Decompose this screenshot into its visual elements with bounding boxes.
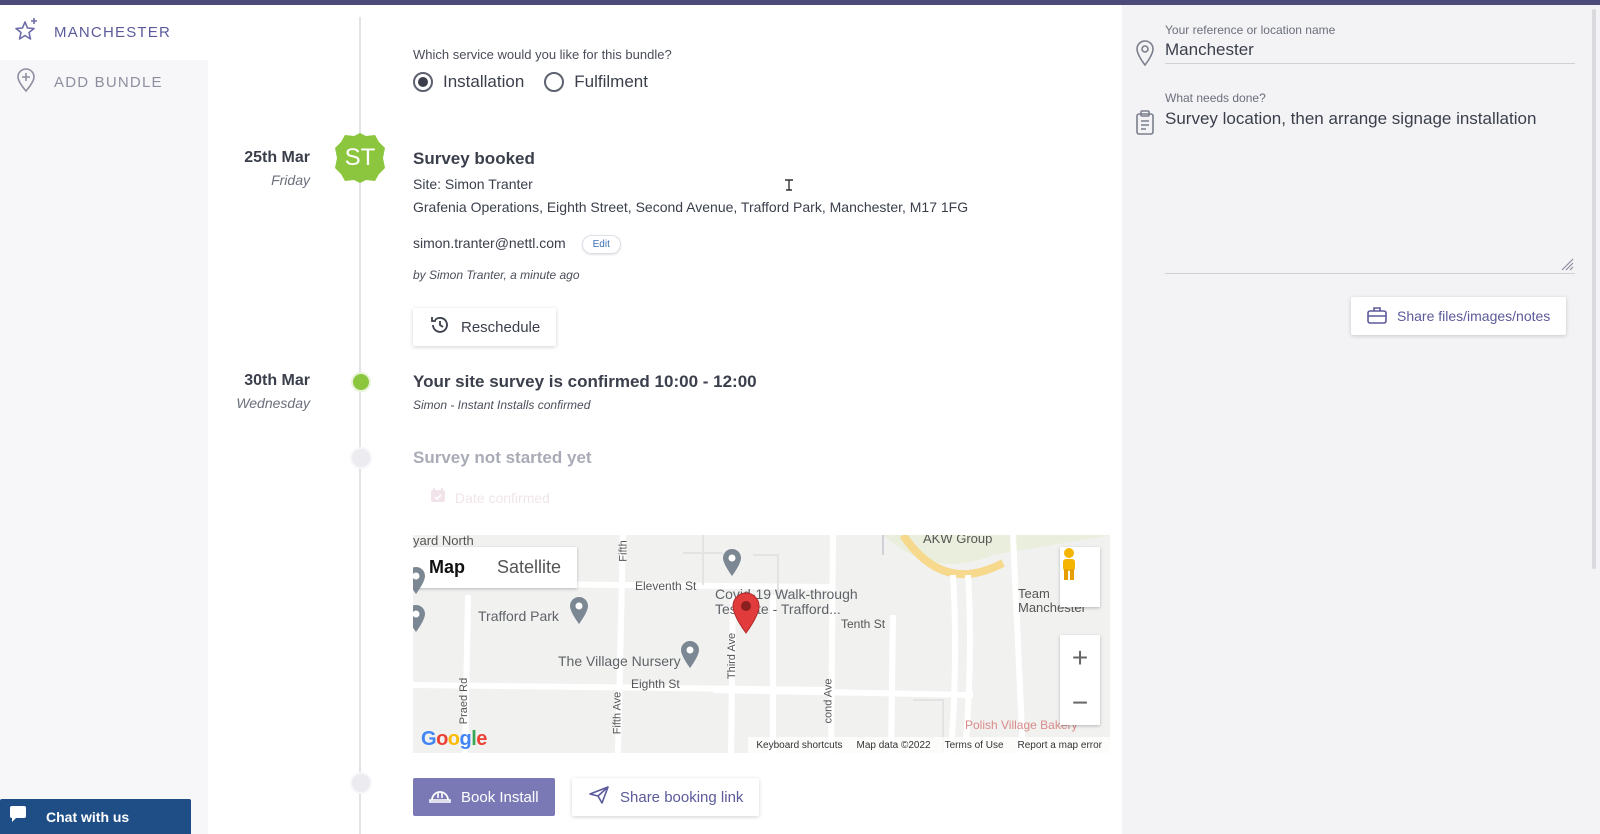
radio-fulfilment[interactable]: Fulfilment bbox=[544, 72, 648, 92]
map-label: AKW Group bbox=[923, 535, 993, 546]
map-label: Eleventh St bbox=[635, 579, 697, 593]
left-nav-background bbox=[0, 60, 208, 834]
map-pin-plus-icon bbox=[12, 66, 40, 99]
event-email-row: simon.tranter@nettl.com Edit bbox=[413, 235, 968, 254]
location-pin-icon bbox=[1134, 39, 1156, 72]
app: MANCHESTER ADD BUNDLE Chat with us Which… bbox=[0, 5, 1600, 834]
map-label: Fifth bbox=[617, 540, 630, 562]
event-survey-booked: Survey booked Site: Simon Tranter Grafen… bbox=[413, 149, 968, 282]
date-confirmed-label: Date confirmed bbox=[455, 489, 550, 506]
event-byline: Simon - Instant Installs confirmed bbox=[413, 398, 591, 412]
text-cursor-icon bbox=[784, 178, 794, 196]
needs-underline bbox=[1165, 273, 1575, 274]
clipboard-icon bbox=[1134, 109, 1156, 142]
google-logo: Google bbox=[421, 728, 487, 750]
event-title: Survey not started yet bbox=[413, 448, 592, 467]
event-date-survey-booked: 25th Mar Friday bbox=[218, 149, 310, 188]
date-label: 30th Mar bbox=[244, 372, 310, 389]
map-label: Tenth St bbox=[841, 617, 886, 631]
chat-label: Chat with us bbox=[46, 808, 130, 825]
street-view-pegman[interactable] bbox=[1060, 547, 1100, 607]
reference-underline bbox=[1165, 63, 1575, 64]
calendar-check-icon bbox=[429, 486, 447, 509]
radio-label: Fulfilment bbox=[574, 72, 648, 91]
briefcase-icon bbox=[1367, 306, 1387, 327]
timeline-dot-pending bbox=[350, 447, 372, 469]
map-data-label: Map data ©2022 bbox=[856, 739, 931, 751]
map-type-toggle: Map Satellite bbox=[413, 547, 578, 588]
reference-input[interactable]: Manchester bbox=[1165, 40, 1254, 60]
left-nav: MANCHESTER ADD BUNDLE bbox=[0, 5, 208, 834]
map-view[interactable]: Map Satellite yard North AKW Group Traff… bbox=[413, 535, 1110, 753]
map-label: Third Ave bbox=[726, 632, 739, 680]
day-label: Friday bbox=[271, 172, 310, 188]
event-confirmed: Your site survey is confirmed 10:00 - 12… bbox=[413, 372, 757, 412]
terms-link[interactable]: Terms of Use bbox=[945, 740, 1004, 751]
resize-handle-icon[interactable] bbox=[1560, 257, 1574, 276]
nav-item-manchester[interactable]: MANCHESTER bbox=[12, 17, 171, 47]
radio-checked-icon bbox=[413, 72, 433, 92]
keyboard-shortcuts-link[interactable]: Keyboard shortcuts bbox=[756, 740, 842, 751]
event-address: Grafenia Operations, Eighth Street, Seco… bbox=[413, 199, 969, 215]
radio-unchecked-icon bbox=[544, 72, 565, 92]
paper-plane-icon bbox=[588, 785, 610, 809]
radio-label: Installation bbox=[443, 72, 525, 91]
map-label: Fifth Ave bbox=[611, 691, 624, 735]
event-byline: by Simon Tranter, a minute ago bbox=[413, 268, 580, 282]
history-icon bbox=[429, 314, 451, 340]
timeline-dot-complete bbox=[351, 372, 371, 392]
map-label: yard North bbox=[413, 535, 474, 548]
book-install-label: Book Install bbox=[461, 788, 539, 806]
radio-installation[interactable]: Installation bbox=[413, 72, 524, 92]
nav-item-label: MANCHESTER bbox=[54, 23, 172, 41]
needs-textarea[interactable]: Survey location, then arrange signage in… bbox=[1165, 109, 1565, 129]
reference-label: Your reference or location name bbox=[1165, 23, 1336, 37]
edit-email-button[interactable]: Edit bbox=[581, 235, 621, 254]
share-files-button[interactable]: Share files/images/notes bbox=[1351, 297, 1567, 335]
zoom-out-button[interactable]: − bbox=[1060, 680, 1100, 725]
event-date-confirmed: 30th Mar Wednesday bbox=[218, 372, 310, 411]
map-label: Trafford Park bbox=[478, 608, 559, 624]
scrollbar-thumb[interactable] bbox=[1592, 9, 1596, 569]
sparkle-star-icon bbox=[12, 16, 40, 49]
day-label: Wednesday bbox=[236, 395, 310, 411]
share-link-label: Share booking link bbox=[620, 788, 744, 806]
event-not-started: Survey not started yet Date confirmed bbox=[413, 448, 592, 509]
event-title: Your site survey is confirmed 10:00 - 12… bbox=[413, 372, 757, 391]
date-confirmed-row: Date confirmed bbox=[413, 486, 592, 509]
chat-with-us-button[interactable]: Chat with us bbox=[0, 799, 191, 834]
share-files-label: Share files/images/notes bbox=[1397, 308, 1551, 324]
details-panel: Your reference or location name Manchest… bbox=[1122, 5, 1600, 834]
reschedule-label: Reschedule bbox=[461, 318, 541, 336]
event-title: Survey booked bbox=[413, 149, 535, 168]
event-site: Site: Simon Tranter bbox=[413, 176, 533, 192]
chat-bubble-icon bbox=[8, 804, 28, 829]
hard-hat-icon bbox=[429, 785, 451, 809]
map-footer: Keyboard shortcuts Map data ©2022 Terms … bbox=[748, 737, 1110, 753]
map-type-satellite[interactable]: Satellite bbox=[481, 547, 577, 588]
map-label: Eighth St bbox=[631, 677, 680, 691]
map-label: Praed Rd bbox=[458, 677, 471, 725]
date-label: 25th Mar bbox=[244, 149, 310, 166]
service-question: Which service would you like for this bu… bbox=[413, 47, 672, 62]
nav-item-label: ADD BUNDLE bbox=[54, 73, 163, 91]
zoom-controls: + − bbox=[1060, 635, 1100, 725]
zoom-in-button[interactable]: + bbox=[1060, 635, 1100, 680]
timeline-dot-pending bbox=[350, 772, 372, 794]
reschedule-button[interactable]: Reschedule bbox=[413, 308, 557, 346]
book-install-button[interactable]: Book Install bbox=[413, 778, 555, 816]
minus-icon: − bbox=[1071, 686, 1089, 718]
nav-item-add-bundle[interactable]: ADD BUNDLE bbox=[12, 67, 163, 97]
map-label: The Village Nursery bbox=[558, 653, 681, 669]
share-booking-link-button[interactable]: Share booking link bbox=[572, 778, 760, 816]
plus-icon: + bbox=[1071, 641, 1089, 673]
avatar: ST bbox=[335, 133, 385, 183]
map-label: cond Ave bbox=[822, 678, 835, 724]
event-email: simon.tranter@nettl.com bbox=[413, 235, 566, 252]
service-selector: Which service would you like for this bu… bbox=[413, 47, 672, 92]
report-error-link[interactable]: Report a map error bbox=[1018, 740, 1102, 751]
needs-label: What needs done? bbox=[1165, 91, 1266, 105]
